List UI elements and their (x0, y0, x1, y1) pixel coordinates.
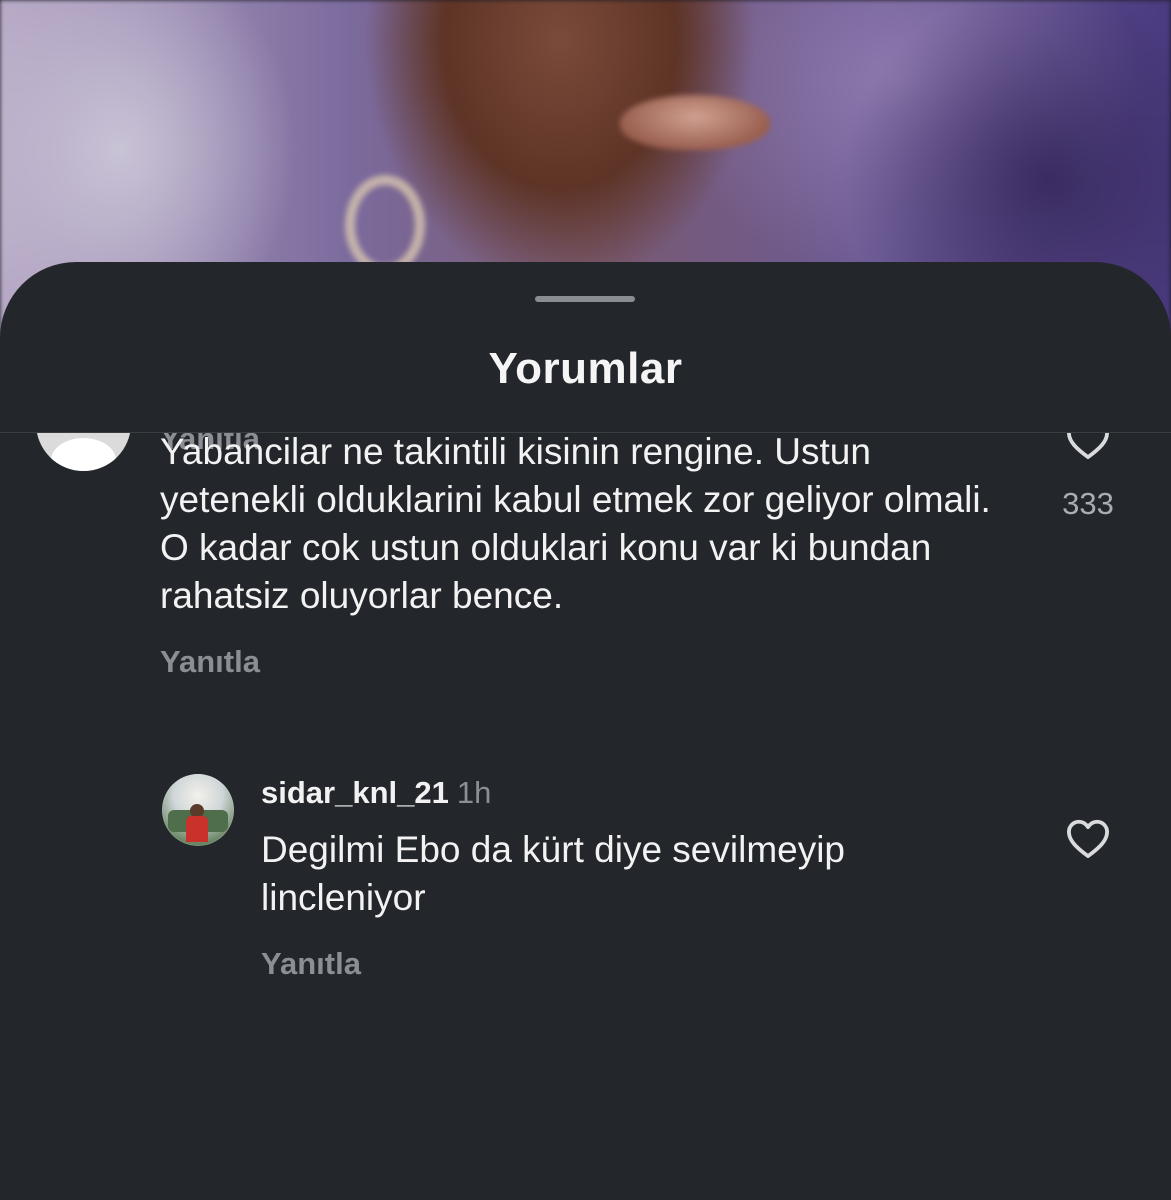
heart-icon (1066, 819, 1109, 859)
profile-photo[interactable] (162, 774, 234, 846)
comment-text: Degilmi Ebo da kürt diye sevilmeyip linc… (261, 829, 846, 918)
comment-header: sidar_knl_21 1h (261, 775, 491, 811)
sheet-title: Yorumlar (488, 344, 683, 393)
reply-button[interactable]: Yanıtla (261, 946, 361, 982)
timestamp: 1h (456, 775, 492, 810)
comments-sheet: Yorumlar Yanıtla nobodynoonesb1h Yabanci… (0, 262, 1171, 1200)
username[interactable]: sidar_knl_21 (261, 775, 449, 810)
video-background-detail (620, 95, 770, 150)
like-button[interactable] (1040, 817, 1136, 859)
reply-comment: sidar_knl_21 1h Degilmi Ebo da kürt diye … (0, 433, 1171, 1200)
sheet-grabber-handle[interactable] (535, 296, 635, 302)
screen: Yorumlar Yanıtla nobodynoonesb1h Yabanci… (0, 0, 1171, 1200)
comments-list[interactable]: Yanıtla nobodynoonesb1h Yabancilar ne ta… (0, 433, 1171, 1200)
video-background-detail (345, 175, 425, 275)
